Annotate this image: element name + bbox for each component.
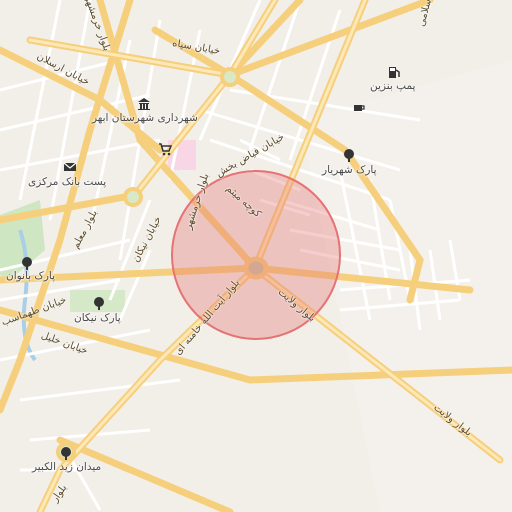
label-meydan: میدان زید الکبیر [32, 461, 102, 473]
government-icon[interactable] [137, 97, 151, 111]
tree-icon[interactable] [59, 446, 73, 460]
post-office-icon[interactable] [63, 160, 77, 174]
label-park-nikan: پارک نیکان [74, 312, 121, 324]
label-park-shahriar: پارک شهریار [322, 164, 377, 176]
label-shahrdari: شهرداری شهرستان ابهر [92, 112, 198, 124]
fuel-icon[interactable] [387, 65, 401, 79]
label-post: پست بانک مرکزی [28, 176, 107, 188]
label-pomp: پمپ بنزین [370, 80, 416, 92]
tree-icon[interactable] [20, 256, 34, 270]
label-park-banovan: پارک بانوان [6, 270, 56, 282]
map-canvas[interactable]: شهرداری شهرستان ابهر پست بانک مرکزی پارک… [0, 0, 512, 512]
cart-icon[interactable] [158, 142, 172, 156]
tree-icon[interactable] [92, 296, 106, 310]
tree-icon[interactable] [342, 148, 356, 162]
cafe-icon[interactable] [352, 100, 366, 114]
